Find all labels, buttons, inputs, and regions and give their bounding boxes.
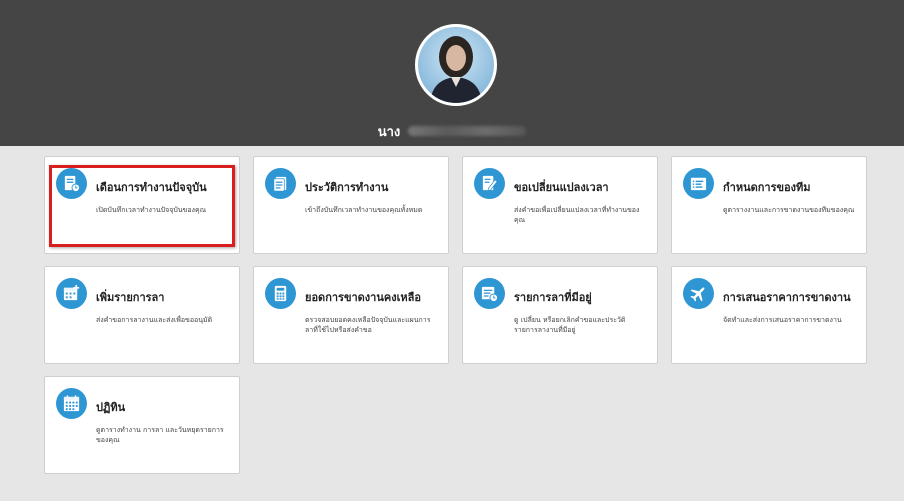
tile-title: รายการลาที่มีอยู่ xyxy=(514,291,592,304)
existing-leave-icon xyxy=(474,278,505,309)
calendar-icon xyxy=(56,388,87,419)
tile-title: ประวัติการทำงาน xyxy=(305,181,389,194)
tile-description: เข้าถึงบันทึกเวลาทำงานของคุณทั้งหมด xyxy=(305,206,423,214)
profile-header: นาง xyxy=(0,0,904,146)
tile-title: ขอเปลี่ยนแปลงเวลา xyxy=(514,181,609,194)
redacted-name xyxy=(408,126,527,136)
tile-team-schedule[interactable]: กำหนดการของทีม ดูตารางงานและการขาดงานของ… xyxy=(671,156,867,254)
tile-title: ยอดการขาดงานคงเหลือ xyxy=(305,291,421,304)
airplane-icon xyxy=(683,278,714,309)
tile-description: ดู เปลี่ยน หรือยกเลิกคำขอและประวัติรายกา… xyxy=(514,316,626,334)
tile-description: ดูตารางทำงาน การลา และวันหยุดรายการของคุ… xyxy=(96,426,224,444)
work-history-icon xyxy=(265,168,296,199)
time-change-request-icon xyxy=(474,168,505,199)
tile-add-leave[interactable]: เพิ่มรายการลา ส่งคำขอการลางานและส่งเพื่อ… xyxy=(44,266,240,364)
tile-description: ดูตารางงานและการขาดงานของทีมของคุณ xyxy=(723,206,855,214)
tile-absence-bid[interactable]: การเสนอราคาการขาดงาน จัดทำและส่งการเสนอร… xyxy=(671,266,867,364)
tile-time-change-request[interactable]: ขอเปลี่ยนแปลงเวลา ส่งคำขอเพื่อเปลี่ยนแปล… xyxy=(462,156,658,254)
tile-work-history[interactable]: ประวัติการทำงาน เข้าถึงบันทึกเวลาทำงานขอ… xyxy=(253,156,449,254)
user-name: นาง xyxy=(0,121,904,141)
highlight-box xyxy=(49,165,235,247)
tile-title: ปฏิทิน xyxy=(96,401,126,414)
absence-balance-icon xyxy=(265,278,296,309)
tile-description: จัดทำและส่งการเสนอราคาการขาดงาน xyxy=(723,316,842,324)
tile-calendar[interactable]: ปฏิทิน ดูตารางทำงาน การลา และวันหยุดรายก… xyxy=(44,376,240,474)
tile-description: ส่งคำขอเพื่อเปลี่ยนแปลงเวลาที่ทำงานของคุ… xyxy=(514,206,640,224)
tile-existing-leave[interactable]: รายการลาที่มีอยู่ ดู เปลี่ยน หรือยกเลิกค… xyxy=(462,266,658,364)
tile-description: ตรวจสอบยอดคงเหลือปัจจุบันและแผนการลาที่ใ… xyxy=(305,316,431,334)
add-leave-icon xyxy=(56,278,87,309)
name-prefix: นาง xyxy=(377,124,401,140)
tile-description: ส่งคำขอการลางานและส่งเพื่อขออนุมัติ xyxy=(96,316,213,324)
tile-title: กำหนดการของทีม xyxy=(723,181,811,194)
avatar[interactable] xyxy=(415,24,497,106)
tile-title: การเสนอราคาการขาดงาน xyxy=(723,291,851,304)
tile-title: เพิ่มรายการลา xyxy=(96,291,165,304)
avatar-photo xyxy=(418,27,494,103)
tile-absence-balance[interactable]: ยอดการขาดงานคงเหลือ ตรวจสอบยอดคงเหลือปัจ… xyxy=(253,266,449,364)
team-schedule-icon xyxy=(683,168,714,199)
